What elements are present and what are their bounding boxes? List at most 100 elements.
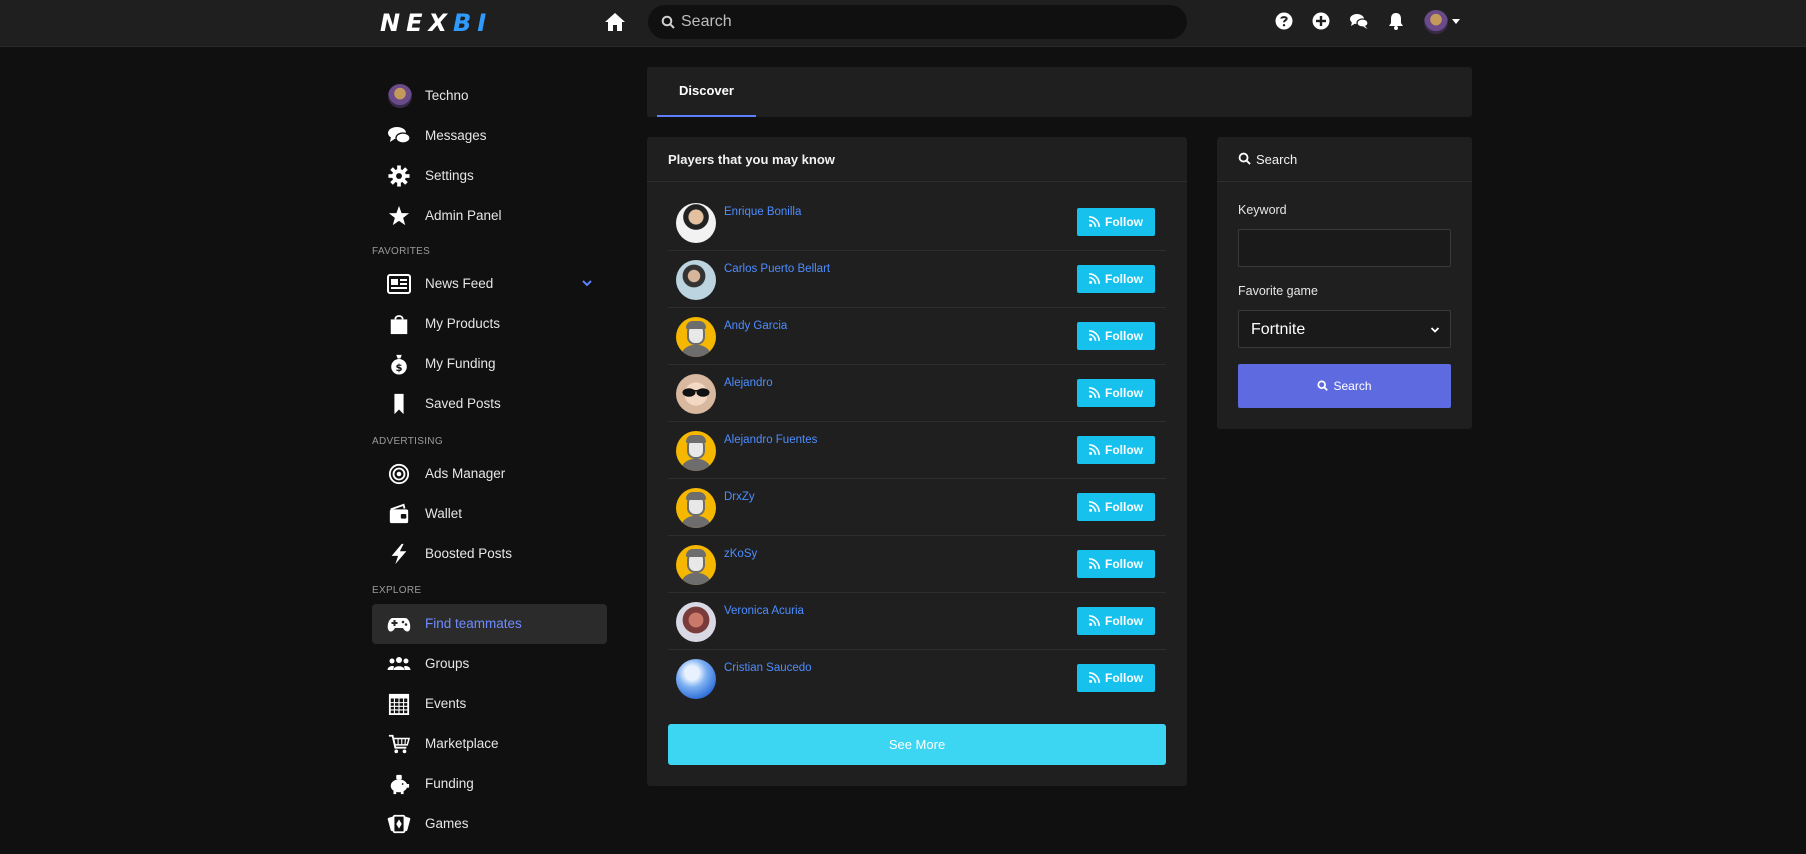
sidebar-item-saved-posts[interactable]: Saved Posts [372,384,607,424]
player-name-link[interactable]: Alejandro Fuentes [724,434,817,446]
chat-icon[interactable] [1349,11,1369,31]
favorites-heading: FAVORITES [372,246,431,257]
player-row: Veronica Acuria Follow [668,593,1166,650]
cart-icon [388,734,411,754]
avatar [388,84,412,108]
follow-button[interactable]: Follow [1077,379,1155,407]
brand-logo[interactable]: NEXBI [380,9,492,37]
rss-icon [1089,501,1100,512]
add-icon[interactable] [1311,11,1331,31]
rss-icon [1089,330,1100,341]
svg-text:$: $ [395,363,402,374]
chevron-down-icon[interactable] [581,277,593,289]
sidebar-item-admin-panel[interactable]: Admin Panel [372,196,607,236]
player-name-link[interactable]: Enrique Bonilla [724,206,801,218]
player-avatar[interactable] [676,488,716,528]
rss-icon [1089,672,1100,683]
sidebar-item-label: Admin Panel [425,208,502,223]
follow-button[interactable]: Follow [1077,322,1155,350]
favorite-game-select[interactable]: Fortnite [1238,310,1451,348]
player-name-link[interactable]: DrxZy [724,491,755,503]
sidebar-item-find-teammates[interactable]: Find teammates [372,604,607,644]
player-name-link[interactable]: Andy Garcia [724,320,787,332]
help-icon[interactable] [1274,11,1294,31]
player-name-link[interactable]: zKoSy [724,548,757,560]
user-avatar[interactable] [1424,10,1448,34]
sidebar-item-label: My Funding [425,356,496,371]
player-avatar[interactable] [676,317,716,357]
player-row: DrxZy Follow [668,479,1166,536]
sidebar-item-boosted-posts[interactable]: Boosted Posts [372,534,607,574]
groups-icon [387,657,411,670]
follow-button[interactable]: Follow [1077,208,1155,236]
search-filter-card: Search Keyword Favorite game Fortnite Se… [1217,137,1472,429]
search-icon [661,15,675,29]
player-avatar[interactable] [676,374,716,414]
sidebar-item-profile[interactable]: Techno [372,76,607,116]
see-more-button[interactable]: See More [668,724,1166,765]
sidebar-item-marketplace[interactable]: Marketplace [372,724,607,764]
money-bag-icon: $ [391,354,407,375]
sidebar-item-groups[interactable]: Groups [372,644,607,684]
home-icon[interactable] [604,12,626,32]
player-avatar[interactable] [676,545,716,585]
player-avatar[interactable] [676,203,716,243]
global-search-input[interactable] [681,5,1171,39]
follow-button[interactable]: Follow [1077,550,1155,578]
sidebar-item-label: Games [425,816,469,831]
rss-icon [1089,615,1100,626]
player-avatar[interactable] [676,260,716,300]
player-name-link[interactable]: Alejandro [724,377,773,389]
player-name-link[interactable]: Cristian Saucedo [724,662,812,674]
follow-button[interactable]: Follow [1077,664,1155,692]
sidebar-item-label: Saved Posts [425,396,501,411]
sidebar-item-games[interactable]: Games [372,804,607,844]
active-tab-indicator [657,115,756,117]
player-row: Enrique Bonilla Follow [668,194,1166,251]
follow-button[interactable]: Follow [1077,607,1155,635]
search-icon [1238,152,1251,165]
search-card-header: Search [1217,137,1472,182]
shopping-bag-icon [390,315,408,335]
tab-label: Discover [679,83,734,98]
keyword-input[interactable] [1238,229,1451,267]
rss-icon [1089,444,1100,455]
newspaper-icon [387,274,411,294]
explore-heading: EXPLORE [372,585,422,596]
player-avatar[interactable] [676,602,716,642]
player-name-link[interactable]: Carlos Puerto Bellart [724,263,830,275]
sidebar-item-label: My Products [425,316,501,331]
players-card-title: Players that you may know [668,152,835,167]
follow-button[interactable]: Follow [1077,436,1155,464]
player-row: Alejandro Follow [668,365,1166,422]
tab-discover[interactable]: Discover [657,67,756,117]
discover-tab-bar: Discover [647,67,1472,117]
player-avatar[interactable] [676,659,716,699]
target-icon [388,463,410,485]
sidebar-item-events[interactable]: Events [372,684,607,724]
follow-button[interactable]: Follow [1077,265,1155,293]
sidebar-item-settings[interactable]: Settings [372,156,607,196]
player-name-link[interactable]: Veronica Acuria [724,605,804,617]
gamepad-icon [387,618,411,632]
sidebar-item-my-funding[interactable]: $ My Funding [372,344,607,384]
sidebar-item-label: Ads Manager [425,466,506,481]
player-row: Cristian Saucedo Follow [668,650,1166,707]
sidebar-item-wallet[interactable]: Wallet [372,494,607,534]
sidebar-item-label: Techno [425,88,469,103]
players-card-header: Players that you may know [647,137,1187,182]
sidebar-item-messages[interactable]: Messages [372,116,607,156]
sidebar-item-my-products[interactable]: My Products [372,304,607,344]
bell-icon[interactable] [1386,11,1406,31]
chevron-down-icon[interactable] [1452,19,1460,24]
sidebar-item-funding[interactable]: Funding [372,764,607,804]
search-submit-button[interactable]: Search [1238,364,1451,408]
wallet-icon [389,503,409,524]
sidebar-item-label: News Feed [425,276,494,291]
sidebar-item-ads-manager[interactable]: Ads Manager [372,454,607,494]
sidebar-item-news-feed[interactable]: News Feed [372,264,607,304]
global-search [648,5,1187,39]
player-avatar[interactable] [676,431,716,471]
piggy-bank-icon [390,774,410,795]
follow-button[interactable]: Follow [1077,493,1155,521]
